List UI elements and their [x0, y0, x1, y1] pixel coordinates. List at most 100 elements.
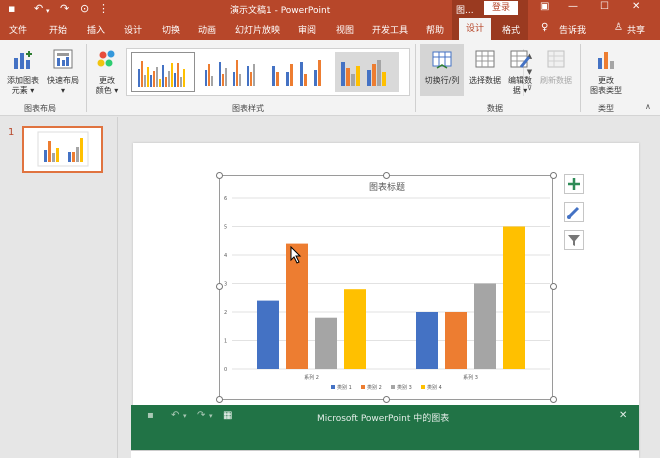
switch-row-column-icon: [432, 51, 452, 69]
minimize-icon[interactable]: —: [568, 1, 578, 12]
select-data-button[interactable]: 选择数据: [466, 48, 504, 86]
chart-frame[interactable]: 图表标题 0 1 2 3 4 5 6 系列 2 系列 3 类别 1 类别 2 类别 3 类别 4: [219, 175, 553, 400]
palette-icon: [97, 50, 115, 67]
customize-toolbar-icon[interactable]: ⋮: [98, 2, 109, 16]
tab-slideshow[interactable]: 幻灯片放映: [235, 23, 280, 36]
tab-design[interactable]: 设计: [124, 23, 142, 36]
resize-handle[interactable]: [216, 396, 223, 403]
switch-row-column-button[interactable]: 切换行/列: [420, 44, 464, 96]
filter-icon: [568, 235, 580, 246]
bar: [315, 317, 337, 369]
add-chart-element-button[interactable]: 添加图表 元素 ▾: [3, 48, 43, 96]
save-icon[interactable]: ▪: [147, 410, 154, 421]
edit-data-label: 编辑数 据 ▾: [508, 76, 532, 95]
resize-handle[interactable]: [383, 396, 390, 403]
redo-icon[interactable]: ↷: [60, 2, 69, 16]
ribbon: 添加图表 元素 ▾ 快速布局 ▾ 图表布局 更改 颜色 ▾ ▲ ▼ ⊽ 图表样式…: [0, 40, 660, 116]
change-colors-button[interactable]: 更改 颜色 ▾: [92, 48, 122, 96]
switch-row-column-label: 切换行/列: [424, 76, 460, 85]
resize-handle[interactable]: [216, 283, 223, 290]
tab-transitions[interactable]: 切换: [162, 23, 180, 36]
y-tick-label: 3: [224, 282, 227, 288]
resize-handle[interactable]: [550, 172, 557, 179]
ribbon-display-options-icon[interactable]: ▣: [540, 1, 549, 12]
resize-handle[interactable]: [550, 283, 557, 290]
chart-style-3[interactable]: [267, 52, 331, 92]
ribbon-separator: [415, 44, 416, 112]
tab-review[interactable]: 审阅: [298, 23, 316, 36]
add-chart-element-label: 添加图表 元素 ▾: [7, 76, 39, 95]
change-colors-label: 更改 颜色 ▾: [95, 76, 119, 95]
chart-style-2-preview: [205, 60, 255, 86]
y-tick-label: 0: [224, 367, 227, 373]
resize-handle[interactable]: [550, 396, 557, 403]
quick-layout-button[interactable]: 快速布局 ▾: [44, 48, 82, 96]
change-chart-type-button[interactable]: 更改 图表类型: [586, 48, 626, 96]
resize-handle[interactable]: [216, 172, 223, 179]
y-tick-label: 6: [224, 196, 227, 202]
tab-home[interactable]: 开始: [49, 23, 67, 36]
tab-chart-format[interactable]: 格式: [502, 23, 520, 36]
undo-dropdown-icon[interactable]: ▾: [46, 4, 50, 18]
window-title: 演示文稿1 - PowerPoint: [230, 6, 331, 16]
refresh-data-button[interactable]: 刷新数据: [536, 48, 576, 86]
close-icon[interactable]: ✕: [632, 1, 640, 12]
lightbulb-icon: ♀: [541, 22, 549, 33]
person-icon: ♙: [614, 22, 623, 33]
login-button[interactable]: 登录: [484, 1, 518, 15]
quick-layout-label: 快速布局 ▾: [47, 76, 79, 95]
chart-filters-button[interactable]: [564, 230, 584, 250]
tab-developer[interactable]: 开发工具: [372, 23, 408, 36]
save-icon[interactable]: ▪: [8, 2, 15, 16]
undo-icon[interactable]: ↶: [34, 2, 43, 16]
legend-label: 类别 3: [397, 384, 412, 391]
resize-handle[interactable]: [383, 172, 390, 179]
chart-style-4[interactable]: [335, 52, 399, 92]
undo-dropdown-icon[interactable]: ▾: [183, 412, 187, 420]
chart-style-1[interactable]: [131, 52, 195, 92]
tab-help[interactable]: 帮助: [426, 23, 444, 36]
chart-styles-group-label: 图表样式: [232, 104, 264, 113]
tab-insert[interactable]: 插入: [87, 23, 105, 36]
ribbon-separator: [86, 44, 87, 112]
tab-file[interactable]: 文件: [9, 23, 27, 36]
edit-data-button[interactable]: 编辑数 据 ▾: [505, 48, 535, 96]
maximize-icon[interactable]: ☐: [600, 1, 609, 12]
slide-thumbnails-pane: 1: [0, 117, 118, 458]
chart-elements-button[interactable]: [564, 174, 584, 194]
redo-icon[interactable]: ↷: [197, 410, 205, 421]
ribbon-tabs: 文件 开始 插入 设计 切换 动画 幻灯片放映 审阅 视图 开发工具 帮助 ♀ …: [0, 18, 660, 40]
title-bar: ▪ ↶ ▾ ↷ ⊙ ⋮ 演示文稿1 - PowerPoint 图... 登录 ▣…: [0, 0, 660, 18]
mouse-cursor: [290, 246, 302, 264]
slide-thumbnail[interactable]: [22, 126, 103, 173]
chart-styles-button[interactable]: [564, 202, 584, 222]
undo-icon[interactable]: ↶: [171, 410, 179, 421]
tab-chart-design[interactable]: 设计: [459, 18, 491, 40]
redo-dropdown-icon[interactable]: ▾: [209, 412, 213, 420]
chart-layouts-group-label: 图表布局: [24, 104, 56, 113]
collapse-ribbon-icon[interactable]: ∧: [645, 102, 651, 111]
tab-view[interactable]: 视图: [336, 23, 354, 36]
legend-swatch: [361, 385, 365, 389]
chart-style-3-preview: [272, 60, 321, 86]
spreadsheet-grid: [131, 450, 639, 458]
select-data-label: 选择数据: [469, 76, 501, 85]
chart-data-window: ▪ ↶ ▾ ↷ ▾ ▦ Microsoft PowerPoint 中的图表 ✕: [131, 405, 639, 450]
bar: [257, 300, 279, 369]
edit-in-excel-icon[interactable]: ▦: [223, 410, 232, 421]
y-tick-label: 2: [224, 310, 227, 316]
plus-icon: [568, 178, 580, 190]
slide-number: 1: [8, 127, 15, 138]
tab-animations[interactable]: 动画: [198, 23, 216, 36]
chart-style-2[interactable]: [199, 52, 263, 92]
legend-label: 类别 4: [427, 384, 442, 391]
close-icon[interactable]: ✕: [619, 410, 627, 421]
slide-thumbnail-preview: [37, 131, 89, 167]
legend-swatch: [391, 385, 395, 389]
tell-me-search[interactable]: 告诉我: [559, 23, 586, 36]
start-from-beginning-icon[interactable]: ⊙: [80, 2, 89, 16]
select-data-icon: [475, 50, 495, 68]
legend-label: 类别 2: [367, 384, 382, 391]
y-tick-label: 1: [224, 339, 227, 345]
share-button[interactable]: 共享: [627, 23, 645, 36]
